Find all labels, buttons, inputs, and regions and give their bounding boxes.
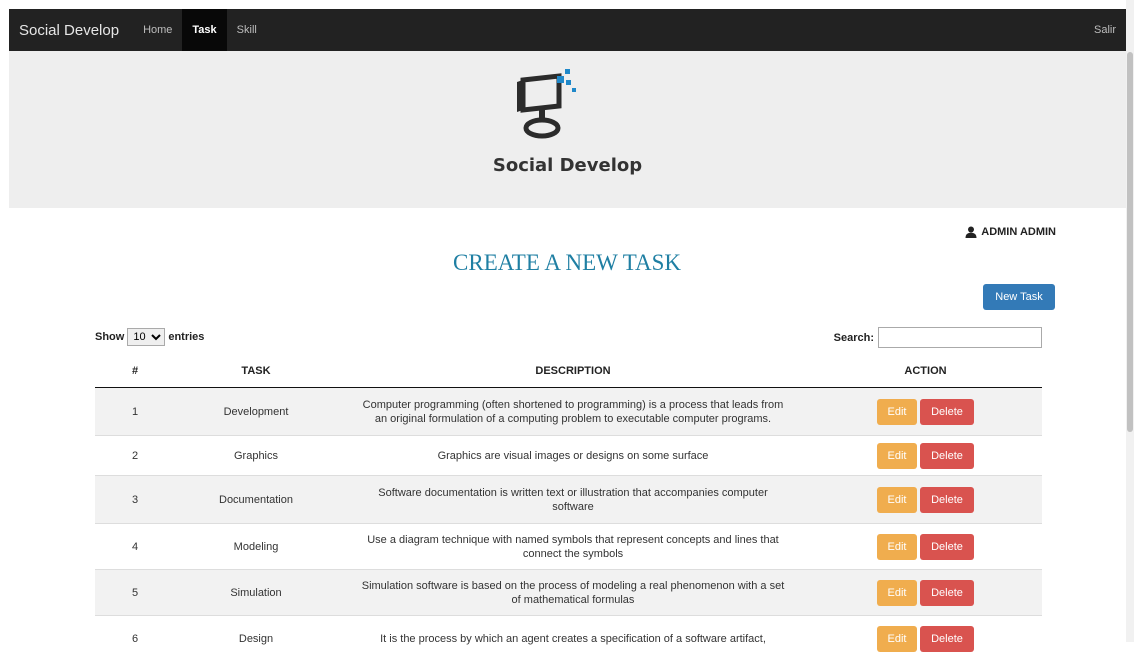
cell-id: 4 — [95, 523, 175, 570]
delete-button[interactable]: Delete — [920, 486, 974, 513]
description-line: Computer programming (often shortened to… — [362, 398, 784, 411]
cell-task: Simulation — [175, 569, 337, 616]
description-line: Simulation software is based on the proc… — [361, 579, 785, 592]
description-line: an original formulation of a computing p… — [374, 412, 772, 425]
entries-label: entries — [168, 331, 205, 343]
table-row: 2 Graphics Graphics are visual images or d… — [95, 435, 1042, 476]
page-size-control: Show 10 entries — [95, 328, 204, 346]
scrollbar-thumb[interactable] — [1127, 52, 1133, 432]
table-row: 4 Modeling Use a diagram technique with na… — [95, 523, 1042, 570]
description-line: Graphics are visual images or designs on… — [437, 449, 709, 462]
description-line: It is the process by which an agent crea… — [380, 632, 766, 645]
delete-button[interactable]: Delete — [920, 398, 974, 425]
table-row: 6 Design It is the process by which an age… — [95, 615, 1042, 662]
search-control: Search: — [834, 327, 1042, 348]
user-icon — [965, 226, 977, 238]
edit-button[interactable]: Edit — [877, 398, 917, 425]
description-line: Software documentation is written text o… — [378, 486, 768, 499]
cell-action: Edit Delete — [809, 475, 1042, 524]
cell-task: Design — [175, 615, 337, 662]
cell-id: 2 — [95, 435, 175, 476]
delete-button[interactable]: Delete — [920, 442, 974, 469]
table-row: 1 Development Computer programming (often … — [95, 387, 1042, 436]
nav-item-task[interactable]: Task — [182, 9, 227, 51]
navbar: Social Develop Home Task Skill Salir — [9, 9, 1126, 51]
nav-brand[interactable]: Social Develop — [19, 22, 119, 39]
logout-link[interactable]: Salir — [1094, 24, 1116, 36]
delete-button[interactable]: Delete — [920, 625, 974, 652]
edit-button[interactable]: Edit — [877, 442, 917, 469]
cell-task: Graphics — [175, 435, 337, 476]
nav-item-home[interactable]: Home — [133, 9, 182, 51]
cell-action: Edit Delete — [809, 523, 1042, 570]
col-header-task[interactable]: TASK — [175, 355, 337, 388]
cell-description: Graphics are visual images or designs on… — [337, 435, 809, 476]
nav-item-skill[interactable]: Skill — [227, 9, 267, 51]
table-header-row: # TASK DESCRIPTION ACTION — [95, 355, 1042, 388]
table-row: 5 Simulation Simulation software is based … — [95, 569, 1042, 616]
page-size-select[interactable]: 10 — [127, 328, 166, 346]
cell-id: 6 — [95, 615, 175, 662]
description-line: connect the symbols — [522, 547, 624, 560]
cell-action: Edit Delete — [809, 387, 1042, 436]
cell-action: Edit Delete — [809, 615, 1042, 662]
table-row: 3 Documentation Software documentation is … — [95, 475, 1042, 524]
col-header-id[interactable]: # — [95, 355, 175, 388]
hero-title: Social Develop — [492, 155, 643, 176]
edit-button[interactable]: Edit — [877, 625, 917, 652]
cell-description: Simulation software is based on the proc… — [337, 569, 809, 616]
cell-id: 1 — [95, 387, 175, 436]
cell-id: 5 — [95, 569, 175, 616]
cell-id: 3 — [95, 475, 175, 524]
hero-banner: Social Develop — [9, 51, 1126, 208]
cell-action: Edit Delete — [809, 569, 1042, 616]
delete-button[interactable]: Delete — [920, 579, 974, 606]
cell-description: It is the process by which an agent crea… — [337, 615, 809, 662]
search-label: Search: — [833, 331, 874, 344]
cell-description: Use a diagram technique with named symbo… — [337, 523, 809, 570]
edit-button[interactable]: Edit — [877, 533, 917, 560]
monitor-logo-icon — [517, 69, 576, 139]
show-label: Show — [95, 331, 125, 343]
description-line: software — [552, 500, 594, 513]
user-name: ADMIN ADMIN — [981, 226, 1056, 238]
cell-task: Modeling — [175, 523, 337, 570]
delete-button[interactable]: Delete — [920, 533, 974, 560]
table-body: 1 Development Computer programming (often … — [95, 387, 1042, 662]
cell-task: Development — [175, 387, 337, 436]
edit-button[interactable]: Edit — [877, 579, 917, 606]
new-task-button[interactable]: New Task — [983, 284, 1055, 310]
top-strip — [0, 0, 1134, 9]
search-input[interactable] — [878, 327, 1042, 348]
page-title: CREATE A NEW TASK — [453, 250, 681, 275]
description-line: Use a diagram technique with named symbo… — [367, 533, 779, 546]
cell-description: Software documentation is written text o… — [337, 475, 809, 524]
cell-task: Documentation — [175, 475, 337, 524]
task-table: # TASK DESCRIPTION ACTION 1 Development Co… — [95, 355, 1042, 662]
col-header-description[interactable]: DESCRIPTION — [337, 355, 809, 388]
current-user: ADMIN ADMIN — [965, 226, 1056, 238]
description-line: of mathematical formulas — [511, 593, 635, 606]
edit-button[interactable]: Edit — [877, 486, 917, 513]
col-header-action[interactable]: ACTION — [809, 355, 1042, 388]
cell-action: Edit Delete — [809, 435, 1042, 476]
scrollbar[interactable] — [1126, 0, 1134, 642]
cell-description: Computer programming (often shortened to… — [337, 387, 809, 436]
